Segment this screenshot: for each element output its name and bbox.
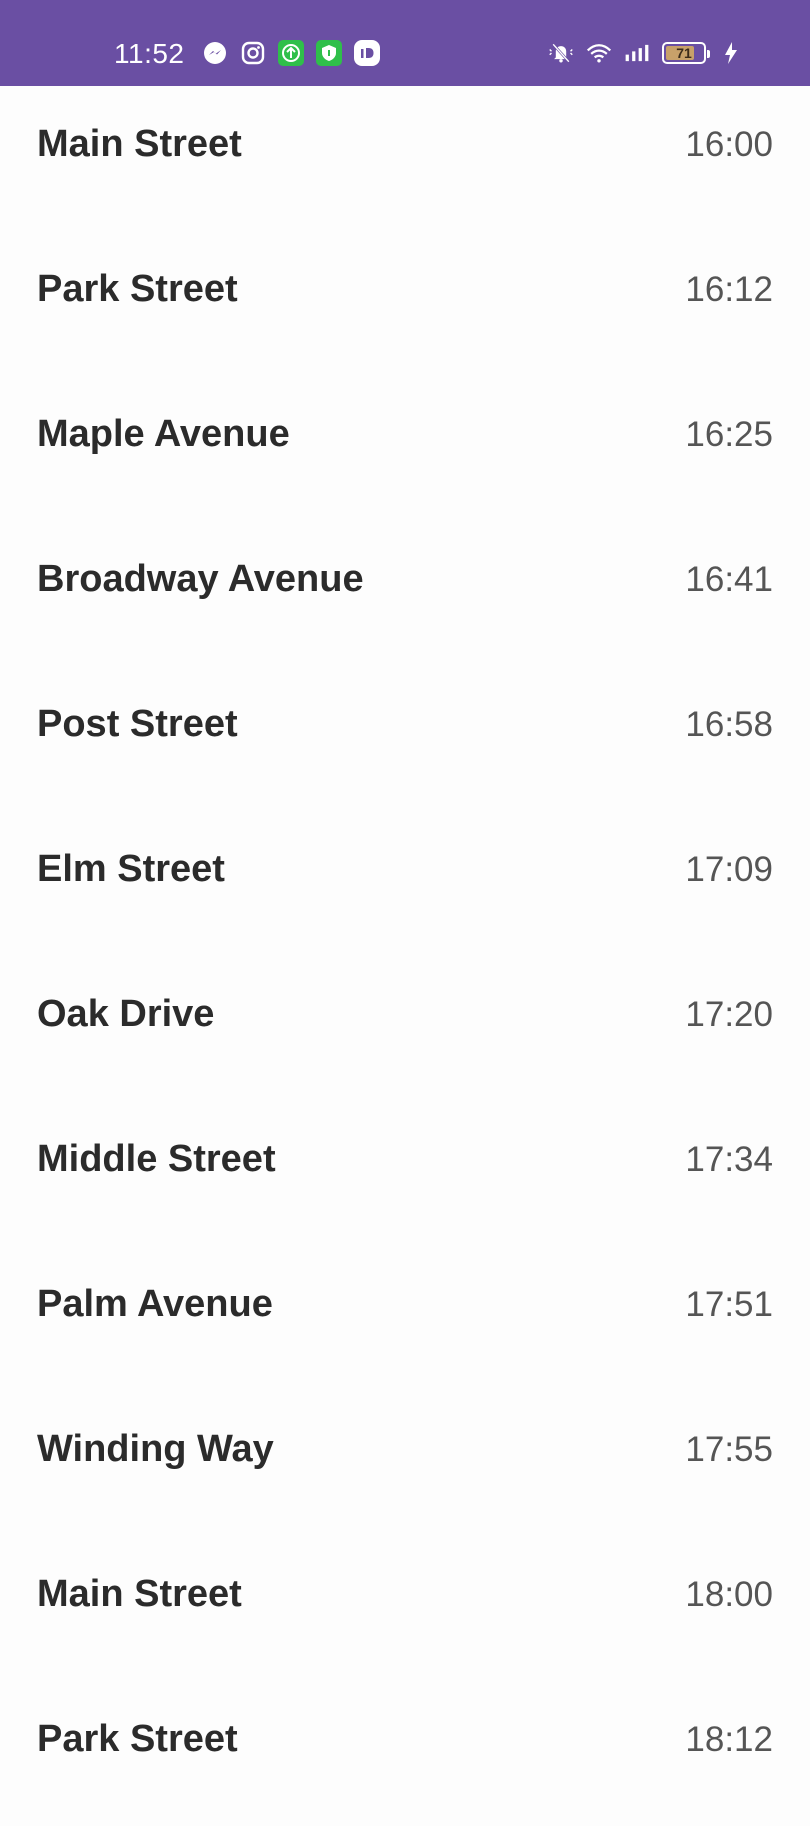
stop-time: 18:12 xyxy=(685,1719,773,1759)
stop-name: Winding Way xyxy=(37,1428,274,1470)
signal-icon xyxy=(624,40,650,66)
stop-time: 16:25 xyxy=(685,414,773,454)
stop-time: 17:55 xyxy=(685,1429,773,1469)
stop-name: Broadway Avenue xyxy=(37,558,364,600)
silent-mode-icon xyxy=(548,40,574,66)
stop-name: Oak Drive xyxy=(37,993,215,1035)
stop-time: 16:00 xyxy=(685,124,773,164)
stop-time: 17:20 xyxy=(685,994,773,1034)
upload-app-icon xyxy=(278,40,304,66)
stop-name: Middle Street xyxy=(37,1138,276,1180)
stop-row[interactable]: Post Street 16:58 xyxy=(0,652,810,797)
stop-name: Maple Avenue xyxy=(37,413,290,455)
messenger-icon xyxy=(202,40,228,66)
charging-icon xyxy=(718,40,744,66)
stop-row[interactable]: Park Street 18:12 xyxy=(0,1667,810,1812)
battery-icon: 71 xyxy=(662,42,710,64)
stop-row[interactable]: Maple Avenue 16:25 xyxy=(0,362,810,507)
stop-name: Elm Street xyxy=(37,848,225,890)
stop-name: Park Street xyxy=(37,268,238,310)
stop-row[interactable]: Main Street 16:00 xyxy=(0,72,810,217)
wifi-icon xyxy=(586,40,612,66)
system-icons: 71 xyxy=(548,40,744,66)
stop-time: 16:41 xyxy=(685,559,773,599)
stop-name: Main Street xyxy=(37,1573,242,1615)
stop-row[interactable]: Broadway Avenue 16:41 xyxy=(0,507,810,652)
notification-icons xyxy=(202,40,380,66)
status-time: 11:52 xyxy=(114,38,185,69)
stop-row[interactable]: Main Street 18:00 xyxy=(0,1522,810,1667)
stop-row[interactable]: Elm Street 17:09 xyxy=(0,797,810,942)
shield-app-icon xyxy=(316,40,342,66)
stop-row[interactable]: Palm Avenue 17:51 xyxy=(0,1232,810,1377)
id-app-icon xyxy=(354,40,380,66)
battery-level: 71 xyxy=(676,45,692,61)
stop-row[interactable]: Oak Drive 17:20 xyxy=(0,942,810,1087)
stop-name: Palm Avenue xyxy=(37,1283,273,1325)
stop-list: Main Street 16:00 Park Street 16:12 Mapl… xyxy=(0,86,810,1826)
stop-name: Park Street xyxy=(37,1718,238,1760)
stop-name: Post Street xyxy=(37,703,238,745)
stop-time: 17:34 xyxy=(685,1139,773,1179)
stop-time: 17:51 xyxy=(685,1284,773,1324)
stop-time: 16:58 xyxy=(685,704,773,744)
stop-name: Main Street xyxy=(37,123,242,165)
stop-time: 16:12 xyxy=(685,269,773,309)
stop-row[interactable]: Winding Way 17:55 xyxy=(0,1377,810,1522)
instagram-icon xyxy=(240,40,266,66)
stop-time: 17:09 xyxy=(685,849,773,889)
stop-row[interactable]: Park Street 16:12 xyxy=(0,217,810,362)
stop-time: 18:00 xyxy=(685,1574,773,1614)
stop-row[interactable]: Middle Street 17:34 xyxy=(0,1087,810,1232)
